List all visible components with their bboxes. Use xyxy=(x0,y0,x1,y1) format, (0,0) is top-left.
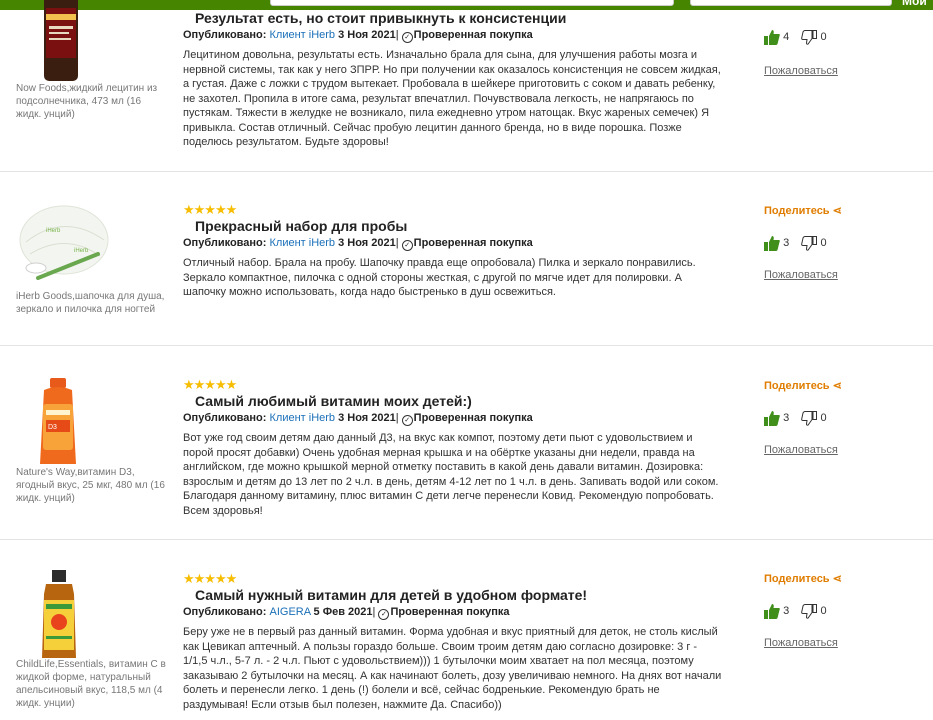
verified-badge: Проверенная покупка xyxy=(413,237,533,249)
product-image[interactable]: D3 xyxy=(16,378,166,466)
published-label: Опубликовано: xyxy=(183,29,267,41)
product-caption[interactable]: iHerb Goods,шапочка для душа, зеркало и … xyxy=(16,290,166,316)
report-link[interactable]: Пожаловаться xyxy=(764,64,924,78)
verified-check-icon: ✓ xyxy=(401,240,413,251)
verified-check-icon: ✓ xyxy=(378,609,390,620)
review-author[interactable]: AIGERA xyxy=(270,606,311,618)
dislike-button[interactable]: 0 xyxy=(801,409,827,427)
review-author[interactable]: Клиент iHerb xyxy=(270,29,336,41)
review-date: 3 Ноя 2021 xyxy=(338,412,396,424)
star-rating: ★★★★★ xyxy=(183,202,237,217)
product-caption[interactable]: Nature's Way,витамин D3, ягодный вкус, 2… xyxy=(16,466,166,505)
thumbs-down-icon xyxy=(801,603,818,619)
review-title: Прекрасный набор для пробы xyxy=(195,218,408,234)
like-button[interactable]: 3 xyxy=(764,409,789,427)
review-author[interactable]: Клиент iHerb xyxy=(270,412,336,424)
product-info[interactable]: iHerb iHerb iHerb Goods,шапочка для душа… xyxy=(16,202,166,316)
product-image[interactable]: iHerb iHerb xyxy=(16,202,166,290)
share-icon: ⋖ xyxy=(832,380,842,392)
verified-check-icon: ✓ xyxy=(401,415,413,426)
review-meta: Опубликовано: Клиент iHerb 3 Ноя 2021| ✓… xyxy=(183,29,533,43)
dislike-count: 0 xyxy=(820,412,827,425)
dislike-button[interactable]: 0 xyxy=(801,234,827,252)
svg-text:iHerb: iHerb xyxy=(46,228,61,234)
dislike-count: 0 xyxy=(820,237,827,250)
star-rating: ★★★★★ xyxy=(183,377,237,392)
review-date: 3 Ноя 2021 xyxy=(338,29,396,41)
review-title: Самый любимый витамин моих детей:) xyxy=(195,393,472,409)
thumbs-down-icon xyxy=(801,410,818,426)
vote-controls: 4 0 xyxy=(764,28,924,46)
share-label: Поделитесь xyxy=(764,205,830,217)
thumbs-down-icon xyxy=(801,29,818,45)
product-caption[interactable]: Now Foods,жидкий лецитин из подсолнечник… xyxy=(16,82,166,121)
share-icon: ⋖ xyxy=(832,573,842,585)
product-image[interactable] xyxy=(16,570,166,658)
share-icon: ⋖ xyxy=(832,205,842,217)
published-label: Опубликовано: xyxy=(183,606,267,618)
report-link[interactable]: Пожаловаться xyxy=(764,636,924,650)
review-title: Результат есть, но стоит привыкнуть к ко… xyxy=(195,10,567,26)
share-label: Поделитесь xyxy=(764,380,830,392)
like-count: 3 xyxy=(783,237,790,250)
product-caption[interactable]: ChildLife,Essentials, витамин C в жидкой… xyxy=(16,658,166,710)
verified-badge: Проверенная покупка xyxy=(413,29,533,41)
review-card: D3 Nature's Way,витамин D3, ягодный вкус… xyxy=(0,345,933,539)
review-card: iHerb iHerb iHerb Goods,шапочка для душа… xyxy=(0,171,933,345)
review-meta: Опубликовано: AIGERA 5 Фев 2021| ✓ Провер… xyxy=(183,606,510,620)
verified-badge: Проверенная покупка xyxy=(390,606,510,618)
verified-check-icon: ✓ xyxy=(401,32,413,43)
like-count: 4 xyxy=(783,31,790,44)
like-button[interactable]: 3 xyxy=(764,602,789,620)
dislike-count: 0 xyxy=(820,605,827,618)
thumbs-down-icon xyxy=(801,235,818,251)
verified-badge: Проверенная покупка xyxy=(413,412,533,424)
review-text: Беру уже не в первый раз данный витамин.… xyxy=(183,626,722,711)
report-link[interactable]: Пожаловаться xyxy=(764,443,924,457)
review-card: Now Foods,жидкий лецитин из подсолнечник… xyxy=(0,0,933,170)
thumbs-up-icon xyxy=(764,29,780,45)
published-label: Опубликовано: xyxy=(183,237,267,249)
like-count: 3 xyxy=(783,605,790,618)
thumbs-up-icon xyxy=(764,235,780,251)
vote-controls: 3 0 xyxy=(764,602,924,620)
review-date: 3 Ноя 2021 xyxy=(338,237,396,249)
review-title: Самый нужный витамин для детей в удобном… xyxy=(195,587,588,603)
like-button[interactable]: 3 xyxy=(764,234,789,252)
thumbs-up-icon xyxy=(764,603,780,619)
share-button[interactable]: Поделитесь ⋖ xyxy=(764,204,924,218)
product-info[interactable]: Now Foods,жидкий лецитин из подсолнечник… xyxy=(16,0,166,121)
star-rating: ★★★★★ xyxy=(183,571,237,586)
like-count: 3 xyxy=(783,412,790,425)
vote-controls: 3 0 xyxy=(764,409,924,427)
review-meta: Опубликовано: Клиент iHerb 3 Ноя 2021| ✓… xyxy=(183,412,533,426)
thumbs-up-icon xyxy=(764,410,780,426)
share-button[interactable]: Поделитесь ⋖ xyxy=(764,572,924,586)
report-link[interactable]: Пожаловаться xyxy=(764,268,924,282)
like-button[interactable]: 4 xyxy=(764,28,789,46)
review-card: ChildLife,Essentials, витамин C в жидкой… xyxy=(0,539,933,720)
review-text: Лецитином довольна, результаты есть. Изн… xyxy=(183,49,721,148)
dislike-button[interactable]: 0 xyxy=(801,28,827,46)
dislike-button[interactable]: 0 xyxy=(801,602,827,620)
share-label: Поделитесь xyxy=(764,573,830,585)
review-date: 5 Фев 2021 xyxy=(313,606,373,618)
dislike-count: 0 xyxy=(820,31,827,44)
vote-controls: 3 0 xyxy=(764,234,924,252)
review-text: Отличный набор. Брала на пробу. Шапочку … xyxy=(183,257,696,298)
product-info[interactable]: ChildLife,Essentials, витамин C в жидкой… xyxy=(16,570,166,710)
product-image[interactable] xyxy=(16,0,166,82)
review-meta: Опубликовано: Клиент iHerb 3 Ноя 2021| ✓… xyxy=(183,237,533,251)
published-label: Опубликовано: xyxy=(183,412,267,424)
svg-text:D3: D3 xyxy=(48,424,57,431)
share-button[interactable]: Поделитесь ⋖ xyxy=(764,379,924,393)
review-text: Вот уже год своим детям даю данный Д3, н… xyxy=(183,432,719,517)
svg-text:iHerb: iHerb xyxy=(74,248,89,254)
review-author[interactable]: Клиент iHerb xyxy=(270,237,336,249)
product-info[interactable]: D3 Nature's Way,витамин D3, ягодный вкус… xyxy=(16,378,166,505)
